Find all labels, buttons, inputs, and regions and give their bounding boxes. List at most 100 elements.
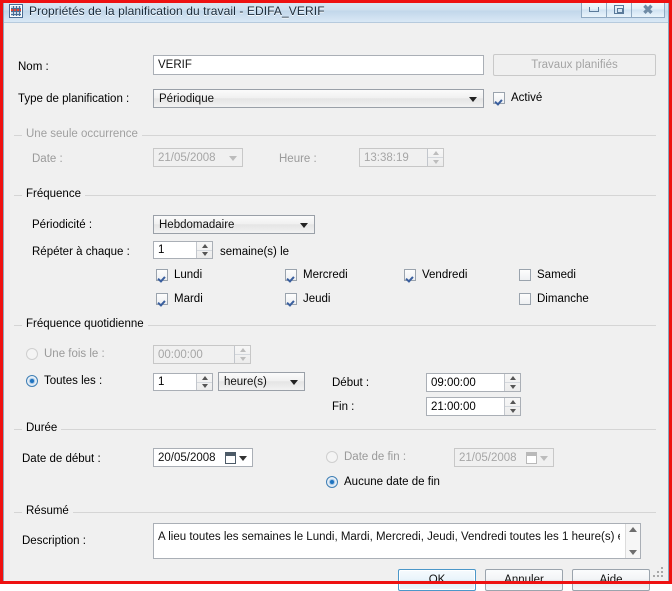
spinner-buttons[interactable] xyxy=(504,374,520,391)
day-checkbox-mardi[interactable]: Mardi xyxy=(156,293,203,305)
day-checkbox-mercredi[interactable]: Mercredi xyxy=(285,269,348,281)
check-icon xyxy=(156,293,168,305)
planned-jobs-button[interactable]: Travaux planifiés xyxy=(493,54,656,76)
radio-every[interactable]: Toutes les : xyxy=(26,375,102,387)
day-label: Lundi xyxy=(174,269,203,281)
start-date-picker[interactable]: 20/05/2008 xyxy=(153,448,253,467)
minimize-button[interactable] xyxy=(581,1,607,18)
maximize-button[interactable] xyxy=(606,1,632,18)
spinner-down-icon[interactable] xyxy=(197,251,212,259)
enabled-label: Activé xyxy=(511,92,543,104)
group-divider xyxy=(14,429,656,430)
description-scrollbar[interactable] xyxy=(625,524,640,558)
day-label: Mercredi xyxy=(303,269,348,281)
scroll-down-icon[interactable] xyxy=(629,550,637,555)
radio-icon xyxy=(326,476,338,488)
enabled-checkbox[interactable]: Activé xyxy=(493,92,542,104)
repeat-every-label: Répéter à chaque : xyxy=(32,246,130,258)
spinner-up-icon[interactable] xyxy=(235,346,250,355)
spinner-buttons[interactable] xyxy=(504,398,520,415)
spinner-up-icon[interactable] xyxy=(505,374,520,383)
once-at-time-spinner[interactable]: 00:00:00 xyxy=(153,345,251,364)
ok-button[interactable]: OK xyxy=(398,569,476,591)
spinner-down-icon[interactable] xyxy=(505,383,520,391)
periodicity-value: Hebdomadaire xyxy=(159,218,235,231)
group-title-duration: Durée xyxy=(22,422,62,434)
spinner-buttons[interactable] xyxy=(196,242,212,258)
radio-icon xyxy=(326,451,338,463)
maximize-icon xyxy=(614,5,624,14)
spinner-up-icon[interactable] xyxy=(197,242,212,251)
end-time-spinner[interactable]: 21:00:00 xyxy=(426,397,521,416)
schedule-type-combo[interactable]: Périodique xyxy=(153,89,484,108)
chevron-down-icon xyxy=(229,155,237,161)
occurrence-date-label: Date : xyxy=(32,153,63,165)
caption-buttons: ✖ xyxy=(581,1,665,18)
end-date-picker[interactable]: 21/05/2008 xyxy=(454,448,554,467)
occurrence-time-spinner[interactable]: 13:38:19 xyxy=(359,148,444,167)
repeat-every-value: 1 xyxy=(158,244,165,256)
check-icon xyxy=(285,269,297,281)
start-date-label: Date de début : xyxy=(22,453,101,465)
repeat-unit-label: semaine(s) le xyxy=(220,246,290,258)
group-title-summary: Résumé xyxy=(22,505,73,517)
day-checkbox-lundi[interactable]: Lundi xyxy=(156,269,202,281)
group-title-frequency: Fréquence xyxy=(22,188,85,200)
radio-no-end-date-label: Aucune date de fin xyxy=(344,476,440,488)
radio-once-label: Une fois le : xyxy=(44,348,105,360)
cancel-button[interactable]: Annuler xyxy=(485,569,563,591)
description-textarea[interactable]: A lieu toutes les semaines le Lundi, Mar… xyxy=(153,523,641,559)
chevron-down-icon xyxy=(300,222,308,228)
day-checkbox-jeudi[interactable]: Jeudi xyxy=(285,293,331,305)
once-at-time-value: 00:00:00 xyxy=(158,348,203,361)
spinner-buttons[interactable] xyxy=(234,346,250,363)
start-time-value: 09:00:00 xyxy=(431,376,476,389)
day-checkbox-samedi[interactable]: Samedi xyxy=(519,269,576,281)
radio-once-at[interactable]: Une fois le : xyxy=(26,348,105,360)
spinner-buttons[interactable] xyxy=(427,149,443,166)
radio-end-date[interactable]: Date de fin : xyxy=(326,451,406,463)
chevron-down-icon xyxy=(540,455,548,461)
spinner-down-icon[interactable] xyxy=(505,407,520,415)
every-unit-combo[interactable]: heure(s) xyxy=(218,372,305,391)
day-label: Samedi xyxy=(537,269,576,281)
scroll-up-icon[interactable] xyxy=(629,527,637,532)
spinner-buttons[interactable] xyxy=(196,374,212,390)
radio-end-date-label: Date de fin : xyxy=(344,451,407,463)
group-title-single-occurrence: Une seule occurrence xyxy=(22,128,142,140)
spinner-down-icon[interactable] xyxy=(235,355,250,363)
spinner-up-icon[interactable] xyxy=(428,149,443,158)
every-interval-spinner[interactable]: 1 xyxy=(153,373,213,391)
group-title-daily-frequency: Fréquence quotidienne xyxy=(22,318,148,330)
resize-grip[interactable] xyxy=(653,567,664,578)
periodicity-label: Périodicité : xyxy=(32,219,93,231)
repeat-every-spinner[interactable]: 1 xyxy=(153,241,213,259)
day-checkbox-dimanche[interactable]: Dimanche xyxy=(519,293,589,305)
close-button[interactable]: ✖ xyxy=(631,1,665,18)
radio-icon xyxy=(26,375,38,387)
day-label: Dimanche xyxy=(537,293,589,305)
periodicity-combo[interactable]: Hebdomadaire xyxy=(153,215,315,234)
occurrence-date-input[interactable]: 21/05/2008 xyxy=(153,148,243,167)
calendar-icon xyxy=(225,452,236,464)
help-button[interactable]: Aide xyxy=(572,569,650,591)
start-time-spinner[interactable]: 09:00:00 xyxy=(426,373,521,392)
check-icon xyxy=(519,269,531,281)
title-bar[interactable]: Propriétés de la planification du travai… xyxy=(4,0,668,23)
check-icon xyxy=(519,293,531,305)
schedule-grid-icon xyxy=(9,4,23,18)
minimize-icon xyxy=(589,7,599,12)
spinner-up-icon[interactable] xyxy=(197,374,212,383)
spinner-up-icon[interactable] xyxy=(505,398,520,407)
dialog-window: Propriétés de la planification du travai… xyxy=(3,0,669,591)
spinner-down-icon[interactable] xyxy=(428,158,443,166)
name-input[interactable]: VERIF xyxy=(153,55,484,75)
occurrence-time-label: Heure : xyxy=(279,153,317,165)
spinner-down-icon[interactable] xyxy=(197,383,212,391)
day-label: Mardi xyxy=(174,293,203,305)
radio-no-end-date[interactable]: Aucune date de fin xyxy=(326,476,440,488)
day-checkbox-vendredi[interactable]: Vendredi xyxy=(404,269,467,281)
start-time-label: Début : xyxy=(332,377,370,389)
occurrence-time-value: 13:38:19 xyxy=(364,151,409,164)
window-title: Propriétés de la planification du travai… xyxy=(29,4,325,18)
